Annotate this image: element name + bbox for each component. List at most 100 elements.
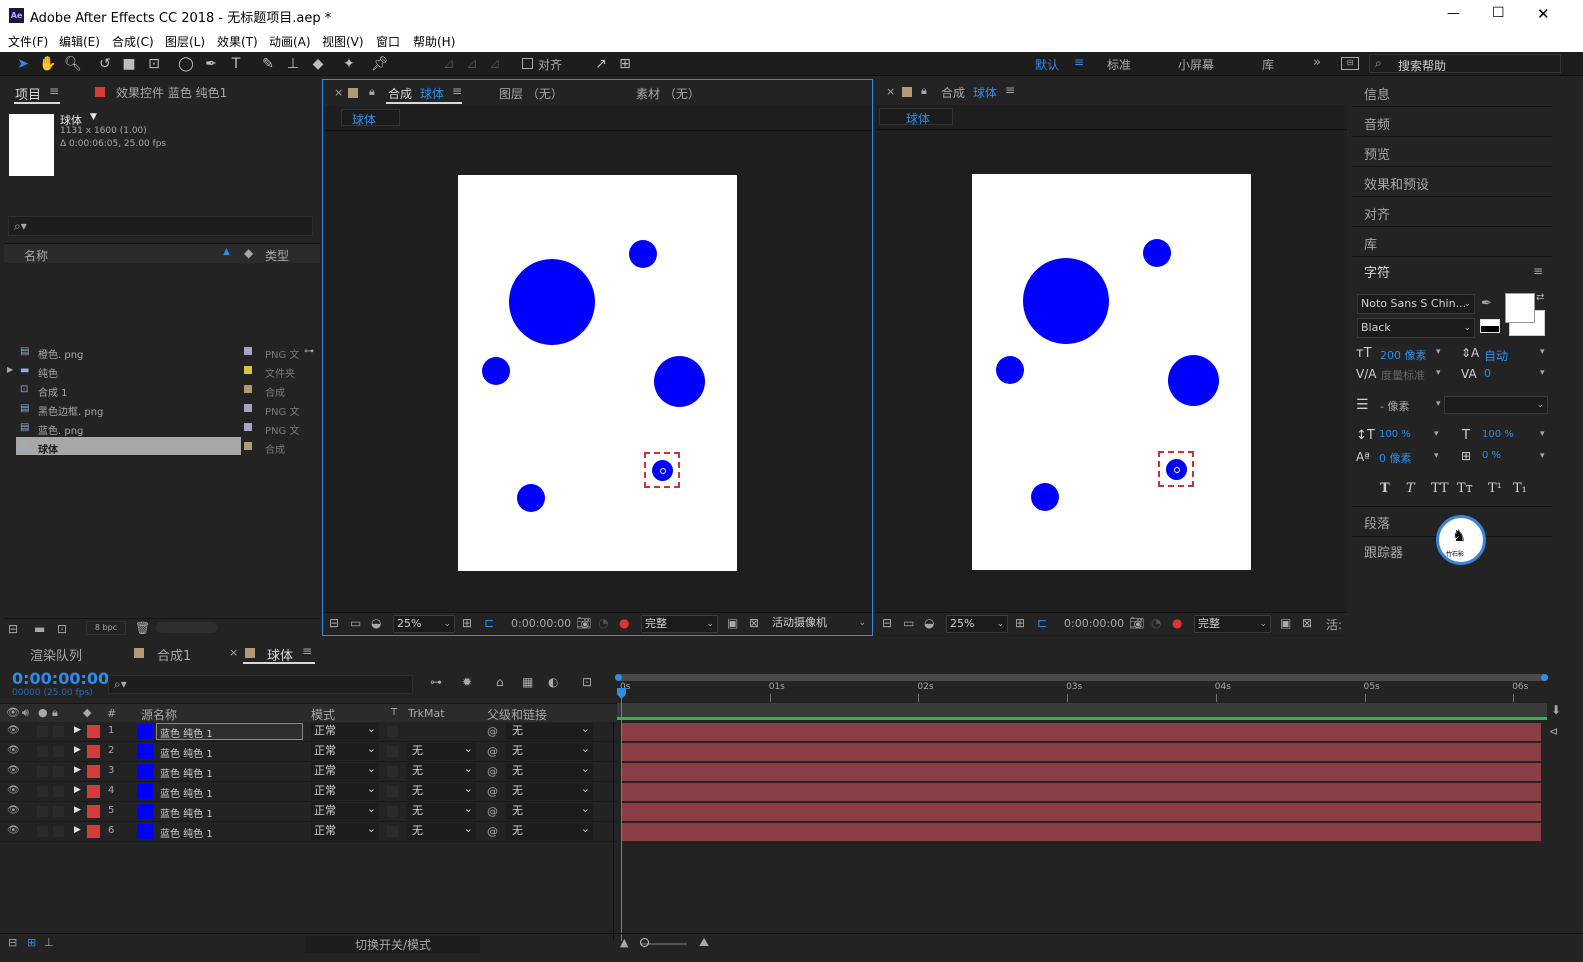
work-area-bar[interactable]	[617, 703, 1547, 717]
brush-tool-icon[interactable]: ✎	[259, 55, 277, 73]
font-family-select[interactable]: Noto Sans S Chin... ⌄	[1357, 294, 1475, 314]
layer-duration-bar[interactable]	[622, 723, 1541, 741]
panel-tracker[interactable]: 跟踪器	[1364, 542, 1403, 561]
close-tab-icon[interactable]: ×	[334, 86, 343, 99]
work-area-end-icon[interactable]: ⬇	[1551, 703, 1561, 717]
label-color-swatch[interactable]	[244, 385, 252, 393]
column-name[interactable]: 名称	[24, 247, 48, 264]
parent-select[interactable]: 无 ⌄	[506, 802, 593, 820]
tab-comp-prefix[interactable]: 合成	[388, 85, 412, 102]
anchor-point-icon[interactable]	[1174, 467, 1180, 473]
tracking-value[interactable]: 0	[1484, 367, 1491, 380]
frame-blending-icon[interactable]: ▦	[522, 675, 533, 689]
maximize-button[interactable]: ☐	[1492, 5, 1505, 21]
layer-label-color[interactable]	[87, 745, 100, 758]
layer-duration-bar[interactable]	[622, 743, 1541, 761]
font-style-select[interactable]: Black ⌄	[1357, 318, 1475, 338]
superscript-button[interactable]: T¹	[1488, 481, 1502, 496]
label-color-swatch[interactable]	[244, 442, 252, 450]
preserve-transparency-toggle[interactable]	[387, 806, 398, 817]
sphere-small-bottom[interactable]	[1031, 483, 1059, 511]
comp-button-icon[interactable]: ⊲	[1549, 725, 1558, 738]
audio-column-icon[interactable]: 🔊︎	[22, 706, 29, 720]
layer-label-color[interactable]	[87, 765, 100, 778]
stroke-type-select[interactable]: ⌄	[1444, 396, 1548, 414]
character-panel-title[interactable]: 字符	[1364, 262, 1390, 281]
fast-preview-icon[interactable]: ▣	[1280, 616, 1291, 630]
workspace-libraries[interactable]: 库	[1262, 56, 1274, 73]
preserve-transparency-toggle[interactable]	[387, 766, 398, 777]
zoom-select[interactable]: 25% ⌄	[393, 615, 455, 633]
expand-layer-icon[interactable]: ▶	[74, 725, 81, 735]
track-matte-select[interactable]: 无 ⌄	[406, 742, 476, 760]
column-type[interactable]: 类型	[265, 247, 289, 264]
mask-visibility-icon[interactable]: ◒	[371, 616, 381, 630]
comp-breadcrumb[interactable]: 球体	[879, 108, 953, 126]
project-item-row[interactable]: ▤ 橙色. png PNG 文 ⊶	[6, 342, 320, 361]
layer-row[interactable]: 👁︎ ▶ 6 蓝色 纯色 1 正常 ⌄ 无 ⌄ @ 无 ⌄	[0, 822, 617, 842]
sphere-small-left[interactable]	[996, 356, 1024, 384]
menu-window[interactable]: 窗口	[376, 33, 400, 50]
blend-mode-select[interactable]: 正常 ⌄	[311, 722, 379, 740]
pickwhip-icon[interactable]: @	[487, 825, 498, 838]
panel-paragraph[interactable]: 段落	[1364, 513, 1390, 532]
grid-snap-icon[interactable]: ⊞	[616, 55, 634, 73]
resolution-select[interactable]: 完整 ⌄	[1194, 615, 1271, 633]
tab-comp-name[interactable]: 球体	[420, 85, 444, 102]
preserve-transparency-toggle[interactable]	[387, 786, 398, 797]
panel-effects-presets[interactable]: 效果和预设	[1364, 174, 1429, 193]
layer-duration-bar[interactable]	[622, 823, 1541, 841]
motion-blur-icon[interactable]: ◐	[548, 675, 558, 689]
pickwhip-icon[interactable]: @	[487, 765, 498, 778]
lock-toggle[interactable]	[53, 826, 64, 837]
pickwhip-icon[interactable]: @	[487, 805, 498, 818]
tab-project[interactable]: 项目	[15, 84, 41, 103]
vertical-scale-value[interactable]: 100 %	[1379, 429, 1411, 440]
solo-toggle[interactable]	[37, 726, 48, 737]
preserve-transparency-toggle[interactable]	[387, 726, 398, 737]
comp-breadcrumb[interactable]: 球体	[341, 109, 400, 127]
bit-depth-button[interactable]: 8 bpc	[86, 621, 126, 635]
mask-visibility-icon[interactable]: ◒	[924, 616, 934, 630]
character-menu-icon[interactable]: ≡	[1533, 264, 1543, 278]
layer-row[interactable]: 👁︎ ▶ 5 蓝色 纯色 1 正常 ⌄ 无 ⌄ @ 无 ⌄	[0, 802, 617, 822]
workspace-default[interactable]: 默认	[1035, 56, 1059, 73]
selection-tool-icon[interactable]: ➤	[14, 55, 32, 73]
rotate-tool-icon[interactable]: ↺	[96, 55, 114, 73]
tsume-chevron-icon[interactable]: ▾	[1540, 451, 1545, 461]
layer-label-color[interactable]	[87, 805, 100, 818]
project-item-row[interactable]: ▤ 黑色边框. png PNG 文	[6, 399, 320, 418]
sphere-medium[interactable]	[1168, 355, 1219, 406]
region-of-interest-icon[interactable]: ⊏	[484, 616, 494, 630]
monitor-icon[interactable]: ▭	[903, 616, 914, 630]
menu-animation[interactable]: 动画(A)	[269, 33, 311, 50]
track-matte-select[interactable]: 无 ⌄	[406, 822, 476, 840]
black-white-swatch[interactable]	[1480, 319, 1500, 333]
time-navigator[interactable]	[615, 674, 1548, 681]
font-size-value[interactable]: 200 像素	[1380, 347, 1427, 363]
kerning-value[interactable]: 度量标准	[1381, 367, 1425, 383]
sphere-small-top[interactable]	[629, 240, 657, 268]
timing-icon[interactable]: ⊥	[44, 936, 54, 949]
lock-toggle[interactable]	[53, 806, 64, 817]
eyedropper-icon[interactable]: ✒	[1481, 296, 1492, 311]
visibility-eye-icon[interactable]: 👁︎	[7, 745, 20, 756]
project-item-row[interactable]: ⊡ 合成 1 合成	[6, 380, 320, 399]
visibility-eye-icon[interactable]: 👁︎	[7, 725, 20, 736]
transfer-controls-icon[interactable]: ⊞	[27, 936, 36, 949]
lock-icon[interactable]: 🔒︎	[369, 85, 375, 99]
flowchart-icon[interactable]: ⊶	[304, 346, 314, 357]
toggle-switches-modes-button[interactable]: 切换开关/模式	[306, 936, 480, 953]
navigator-start-handle[interactable]	[615, 674, 622, 681]
align-checkbox[interactable]	[522, 58, 533, 69]
menu-help[interactable]: 帮助(H)	[413, 33, 455, 50]
timeline-menu-icon[interactable]: ≡	[302, 644, 312, 658]
timeline-search-input[interactable]: ⌕▾	[108, 675, 413, 694]
horizontal-scale-value[interactable]: 100 %	[1482, 429, 1514, 440]
anchor-point-icon[interactable]	[660, 468, 666, 474]
thumbnail-scrollbar[interactable]	[156, 622, 218, 633]
channel-icon[interactable]: ●	[1172, 616, 1182, 630]
visibility-eye-icon[interactable]: 👁︎	[7, 765, 20, 776]
camera-select[interactable]: 活:	[1326, 616, 1342, 633]
visibility-eye-icon[interactable]: 👁︎	[7, 785, 20, 796]
